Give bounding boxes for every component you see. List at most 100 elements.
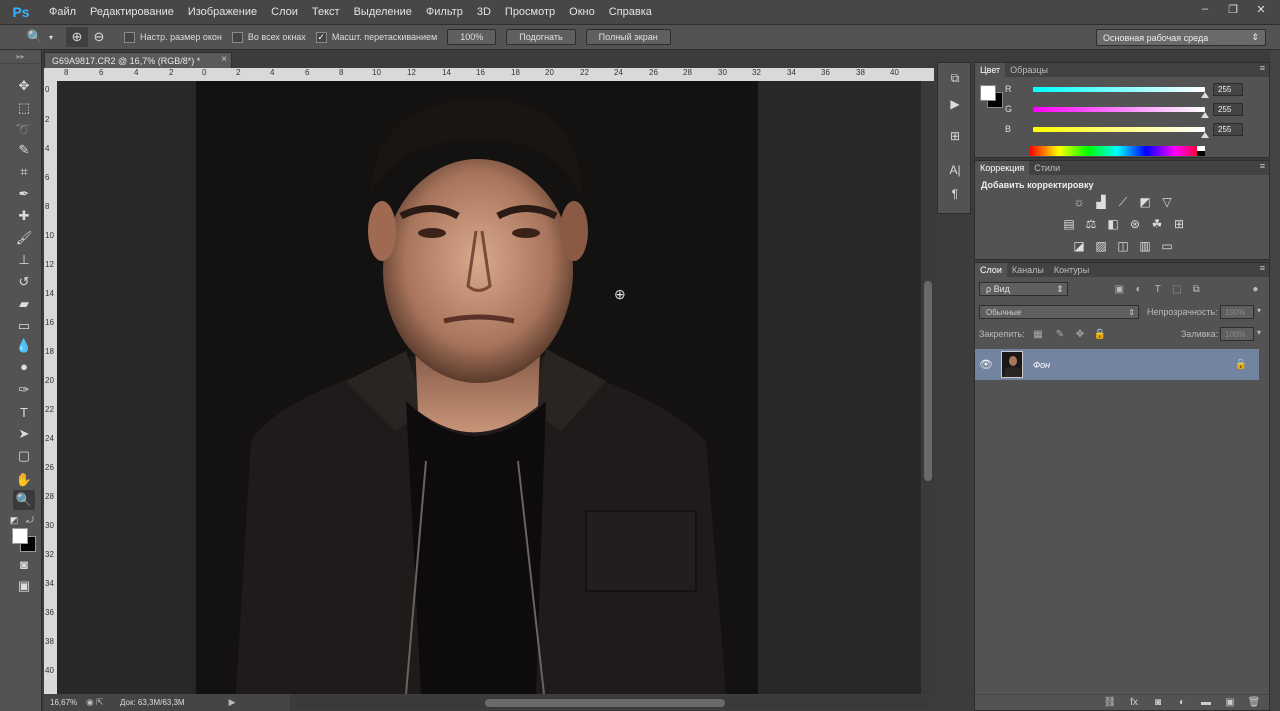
- opacity-input[interactable]: 100%: [1220, 305, 1254, 319]
- horizontal-ruler[interactable]: 8 6 4 2 0 2 4 6 8 10 12 14 16 18 20 22 2…: [44, 68, 934, 81]
- lasso-tool-icon[interactable]: ➰: [13, 120, 35, 140]
- new-adjustment-layer-icon[interactable]: ◐: [1173, 696, 1191, 710]
- move-tool-icon[interactable]: ✥: [13, 76, 35, 96]
- vertical-ruler[interactable]: 0 2 4 6 8 10 12 14 16 18 20 22 24 26 28 …: [44, 81, 57, 694]
- pixel-filter-icon[interactable]: ▣: [1110, 282, 1129, 296]
- vertical-scrollbar[interactable]: [921, 81, 934, 694]
- eraser-tool-icon[interactable]: ▰: [13, 294, 35, 314]
- tab-paths[interactable]: Контуры: [1049, 265, 1094, 275]
- invert-icon[interactable]: ◪: [1071, 239, 1087, 253]
- horizontal-scroll-thumb[interactable]: [485, 699, 725, 707]
- curves-icon[interactable]: ⟋: [1115, 195, 1131, 209]
- type-tool-icon[interactable]: T: [13, 402, 35, 422]
- healing-brush-tool-icon[interactable]: ✚: [13, 206, 35, 226]
- properties-panel-icon[interactable]: ⊞: [946, 127, 964, 145]
- menu-filter[interactable]: Фильтр: [419, 0, 470, 24]
- green-value[interactable]: 255: [1213, 102, 1243, 116]
- history-panel-icon[interactable]: ⧉: [946, 69, 964, 87]
- layer-kind-filter[interactable]: ρ Вид ⇕: [979, 282, 1068, 296]
- portrait-photo[interactable]: ⊕: [196, 81, 758, 694]
- eyedropper-tool-icon[interactable]: ✒: [13, 184, 35, 204]
- actual-pixels-button[interactable]: 100%: [447, 29, 497, 45]
- menu-layer[interactable]: Слои: [264, 0, 305, 24]
- exposure-icon[interactable]: ◩: [1137, 195, 1153, 209]
- blue-value[interactable]: 255: [1213, 122, 1243, 136]
- scrubby-zoom-option[interactable]: ✓ Масшт. перетаскиванием: [315, 31, 437, 43]
- tab-layers[interactable]: Слои: [975, 263, 1007, 277]
- menu-type[interactable]: Текст: [305, 0, 347, 24]
- layer-style-fx-icon[interactable]: fx: [1125, 696, 1143, 710]
- marquee-tool-icon[interactable]: ⬚: [13, 98, 35, 118]
- paragraph-panel-icon[interactable]: ¶: [946, 185, 964, 203]
- brightness-contrast-icon[interactable]: ☼: [1071, 195, 1087, 209]
- tab-adjustments[interactable]: Коррекция: [975, 161, 1030, 175]
- status-info-icon[interactable]: ◉: [86, 697, 96, 708]
- vibrance-icon[interactable]: ▽: [1159, 195, 1175, 209]
- horizontal-scrollbar[interactable]: [290, 698, 930, 708]
- lock-image-icon[interactable]: ✎: [1053, 327, 1067, 341]
- opacity-dropdown-arrow-icon[interactable]: ▾: [1257, 306, 1267, 320]
- color-balance-icon[interactable]: ⚖: [1083, 217, 1099, 231]
- swap-colors-icon[interactable]: ⤾: [24, 510, 36, 530]
- pen-tool-icon[interactable]: ✑: [13, 380, 35, 400]
- actions-panel-icon[interactable]: ▶: [946, 95, 964, 113]
- layer-name[interactable]: Фон: [1033, 360, 1050, 370]
- close-button[interactable]: ✕: [1250, 2, 1272, 16]
- red-value[interactable]: 255: [1213, 82, 1243, 96]
- zoom-in-icon[interactable]: ⊕: [66, 27, 88, 47]
- lock-transparent-icon[interactable]: ▦: [1031, 327, 1045, 341]
- path-selection-tool-icon[interactable]: ➤: [13, 424, 35, 444]
- blue-slider-knob[interactable]: [1201, 131, 1209, 138]
- resize-windows-option[interactable]: Настр. размер окон: [124, 31, 222, 43]
- zoom-tool-preset-icon[interactable]: 🔍: [24, 27, 46, 47]
- new-group-icon[interactable]: ▬: [1197, 696, 1215, 710]
- zoom-out-icon[interactable]: ⊖: [88, 27, 110, 47]
- gradient-tool-icon[interactable]: ▭: [13, 316, 35, 336]
- default-colors-icon[interactable]: ◩: [8, 510, 20, 530]
- quick-selection-tool-icon[interactable]: ✎: [13, 140, 35, 160]
- red-slider-knob[interactable]: [1201, 91, 1209, 98]
- red-slider[interactable]: [1033, 86, 1209, 98]
- all-windows-checkbox[interactable]: [231, 31, 243, 43]
- crop-tool-icon[interactable]: ⌗: [13, 162, 35, 182]
- dodge-tool-icon[interactable]: ●: [13, 356, 35, 376]
- layer-row[interactable]: 👁 Фон 🔒: [975, 349, 1259, 380]
- lock-position-icon[interactable]: ✥: [1073, 327, 1087, 341]
- tab-color[interactable]: Цвет: [975, 63, 1006, 77]
- brush-tool-icon[interactable]: 🖌: [13, 228, 35, 248]
- fit-screen-button[interactable]: Подогнать: [506, 29, 576, 45]
- status-menu-arrow-icon[interactable]: ▶: [229, 697, 239, 708]
- add-mask-icon[interactable]: ◙: [1149, 696, 1167, 710]
- blur-tool-icon[interactable]: 💧: [13, 336, 35, 356]
- rectangle-tool-icon[interactable]: ▢: [13, 446, 35, 466]
- fill-dropdown-arrow-icon[interactable]: ▾: [1257, 328, 1267, 342]
- color-spectrum-ramp[interactable]: [1030, 146, 1204, 156]
- zoom-tool-icon[interactable]: 🔍: [13, 490, 35, 510]
- posterize-icon[interactable]: ▨: [1093, 239, 1109, 253]
- menu-image[interactable]: Изображение: [181, 0, 264, 24]
- scrubby-zoom-checkbox[interactable]: ✓: [315, 31, 327, 43]
- link-layers-icon[interactable]: ⛓: [1101, 696, 1119, 710]
- minimize-button[interactable]: –: [1194, 2, 1216, 16]
- fill-input[interactable]: 100%: [1220, 327, 1254, 341]
- toolbar-grip[interactable]: ▸▸: [0, 50, 41, 64]
- menu-edit[interactable]: Редактирование: [83, 0, 181, 24]
- panel-menu-icon[interactable]: ≡: [1260, 63, 1265, 73]
- smart-object-filter-icon[interactable]: ⧉: [1187, 282, 1206, 296]
- foreground-color-swatch[interactable]: [980, 85, 996, 101]
- restore-button[interactable]: ❐: [1222, 2, 1244, 16]
- menu-view[interactable]: Просмотр: [498, 0, 562, 24]
- menu-help[interactable]: Справка: [602, 0, 659, 24]
- fill-screen-button[interactable]: Полный экран: [585, 29, 671, 45]
- adjustment-filter-icon[interactable]: ◐: [1129, 282, 1148, 296]
- channel-mixer-icon[interactable]: ☘: [1149, 217, 1165, 231]
- shape-filter-icon[interactable]: ⬚: [1167, 282, 1186, 296]
- panel-menu-icon[interactable]: ≡: [1260, 263, 1265, 273]
- black-white-ramp[interactable]: [1197, 146, 1205, 156]
- levels-icon[interactable]: ▟: [1093, 195, 1109, 209]
- threshold-icon[interactable]: ◫: [1115, 239, 1131, 253]
- menu-window[interactable]: Окно: [562, 0, 602, 24]
- workspace-select[interactable]: Основная рабочая среда ⇕: [1096, 29, 1266, 46]
- visibility-eye-icon[interactable]: 👁: [975, 358, 997, 371]
- delete-layer-icon[interactable]: 🗑: [1245, 696, 1263, 710]
